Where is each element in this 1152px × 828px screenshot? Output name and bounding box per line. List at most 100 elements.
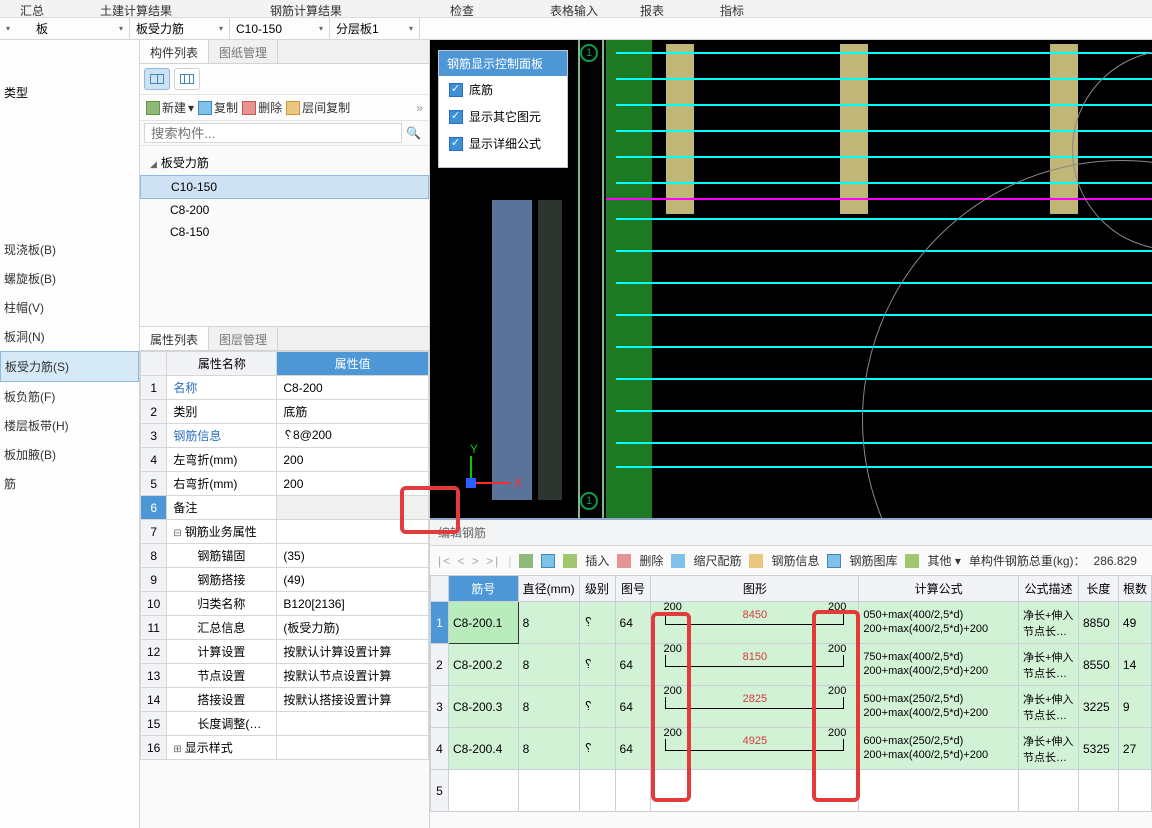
new-button[interactable]: 新建 ▾ (146, 99, 194, 116)
grid-row-1[interactable]: 1C8-200.18␦642008450200050+max(400/2,5*d… (431, 602, 1152, 644)
copy-icon (198, 101, 212, 115)
tree-child-2[interactable]: C8-150 (140, 221, 429, 243)
dd-rebar-type[interactable]: 板受力筋▾ (130, 18, 230, 39)
insert-icon (563, 554, 577, 568)
edit-rebar-title: 编辑钢筋 (430, 520, 1152, 546)
rebar-info-button[interactable]: 钢筋信息 (771, 552, 819, 569)
search-input[interactable] (144, 123, 402, 143)
copy-button[interactable]: 复制 (198, 99, 238, 116)
drawing-canvas[interactable]: Y X 1 1 钢筋显示控制面板 底筋 显示其它图元 显示详细公式 (430, 40, 1152, 518)
left-item-6[interactable]: 楼层板带(H) (0, 411, 139, 440)
opt-bottom-rebar[interactable]: 底筋 (439, 76, 567, 103)
edit-rebar-panel: 编辑钢筋 |< < > >| | 插入 删除 缩尺配筋 钢筋信息 钢筋图库 其他… (430, 518, 1152, 828)
edit-rebar-toolbar: |< < > >| | 插入 删除 缩尺配筋 钢筋信息 钢筋图库 其他 ▾ 单构… (430, 546, 1152, 575)
tab-drawing-manage[interactable]: 图纸管理 (209, 40, 278, 63)
checkbox-icon (449, 110, 463, 124)
prop-row-12[interactable]: 12计算设置按默认计算设置计算 (141, 640, 429, 664)
tab-report[interactable]: 报表 (620, 0, 700, 17)
left-item-2[interactable]: 柱帽(V) (0, 293, 139, 322)
tab-table[interactable]: 表格输入 (530, 0, 620, 17)
search-icon[interactable]: 🔍 (406, 126, 421, 140)
grid-marker-top: 1 (580, 44, 598, 62)
property-table[interactable]: 属性名称 属性值 1名称C8-2002类别底筋3钢筋信息␦8@2004左弯折(m… (140, 351, 429, 760)
grid-row-2[interactable]: 2C8-200.28␦642008150200750+max(400/2,5*d… (431, 644, 1152, 686)
canvas-wrap: Y X 1 1 钢筋显示控制面板 底筋 显示其它图元 显示详细公式 (430, 40, 1152, 518)
icon-b[interactable] (541, 554, 555, 568)
left-item-4[interactable]: 板受力筋(S) (0, 351, 139, 382)
prop-row-1[interactable]: 1名称C8-200 (141, 376, 429, 400)
grid-row-3[interactable]: 3C8-200.38␦642002825200500+max(250/2,5*d… (431, 686, 1152, 728)
prop-head-name: 属性名称 (167, 352, 277, 376)
tree-child-1[interactable]: C8-200 (140, 199, 429, 221)
prop-row-7[interactable]: 7钢筋业务属性 (141, 520, 429, 544)
left-item-1[interactable]: 螺旋板(B) (0, 264, 139, 293)
other-button[interactable]: 其他 ▾ (927, 552, 960, 569)
right-column: Y X 1 1 钢筋显示控制面板 底筋 显示其它图元 显示详细公式 编辑钢筋 (430, 40, 1152, 828)
left-item-8[interactable]: 筋 (0, 469, 139, 498)
prop-row-15[interactable]: 15长度调整(… (141, 712, 429, 736)
tab-civil[interactable]: 土建计算结果 (80, 0, 250, 17)
weight-label: 单构件钢筋总重(kg)： (969, 552, 1086, 569)
dd-triangle[interactable]: ▾ (0, 18, 30, 39)
tree-parent[interactable]: 板受力筋 (140, 150, 429, 175)
left-item-7[interactable]: 板加腋(B) (0, 440, 139, 469)
nav-buttons[interactable]: |< < > >| (438, 554, 500, 568)
other-icon (905, 554, 919, 568)
prop-row-14[interactable]: 14搭接设置按默认搭接设置计算 (141, 688, 429, 712)
lib-icon (827, 554, 841, 568)
floor-copy-button[interactable]: 层间复制 (286, 99, 350, 116)
prop-row-5[interactable]: 5右弯折(mm)200 (141, 472, 429, 496)
tab-property-list[interactable]: 属性列表 (140, 327, 209, 350)
axis-y-label: Y (470, 442, 478, 456)
left-item-3[interactable]: 板洞(N) (0, 322, 139, 351)
tab-summary[interactable]: 汇总 (0, 0, 80, 17)
prop-row-2[interactable]: 2类别底筋 (141, 400, 429, 424)
scale-icon (671, 554, 685, 568)
left-nav-header: 类型 (0, 80, 139, 105)
tab-check[interactable]: 检查 (430, 0, 530, 17)
delete-button[interactable]: 删除 (242, 99, 282, 116)
delete-icon (617, 554, 631, 568)
dd-slab[interactable]: 板▾ (30, 18, 130, 39)
tab-layer-manage[interactable]: 图层管理 (209, 327, 278, 350)
search-row: 🔍 (140, 121, 429, 146)
prop-row-10[interactable]: 10归类名称B120[2136] (141, 592, 429, 616)
rebar-grid[interactable]: 筋号 直径(mm) 级别 图号 图形 计算公式 公式描述 长度 根数 1C8-2… (430, 575, 1152, 812)
prop-row-4[interactable]: 4左弯折(mm)200 (141, 448, 429, 472)
left-item-0[interactable]: 现浇板(B) (0, 235, 139, 264)
view-grid-icon[interactable] (174, 68, 200, 90)
top-tabs: 汇总 土建计算结果 钢筋计算结果 检查 表格输入 报表 指标 (0, 0, 1152, 18)
checkbox-icon (449, 137, 463, 151)
prop-row-16[interactable]: 16显示样式 (141, 736, 429, 760)
component-toolbar: 新建 ▾ 复制 删除 层间复制 » (140, 95, 429, 121)
tab-index[interactable]: 指标 (700, 0, 770, 17)
rebar-display-panel[interactable]: 钢筋显示控制面板 底筋 显示其它图元 显示详细公式 (438, 50, 568, 168)
icon-a[interactable] (519, 554, 533, 568)
tab-rebar-result[interactable]: 钢筋计算结果 (250, 0, 430, 17)
prop-row-9[interactable]: 9钢筋搭接(49) (141, 568, 429, 592)
insert-button[interactable]: 插入 (585, 552, 609, 569)
grid-delete-button[interactable]: 删除 (639, 552, 663, 569)
dd-layer[interactable]: 分层板1▾ (330, 18, 420, 39)
prop-row-11[interactable]: 11汇总信息(板受力筋) (141, 616, 429, 640)
component-tabs: 构件列表 图纸管理 (140, 40, 429, 64)
prop-row-8[interactable]: 8钢筋锚固(35) (141, 544, 429, 568)
left-item-5[interactable]: 板负筋(F) (0, 382, 139, 411)
opt-show-formula[interactable]: 显示详细公式 (439, 130, 567, 157)
tree-child-0[interactable]: C10-150 (140, 175, 429, 199)
prop-row-6[interactable]: 6备注 (141, 496, 429, 520)
prop-row-3[interactable]: 3钢筋信息␦8@200 (141, 424, 429, 448)
opt-show-other[interactable]: 显示其它图元 (439, 103, 567, 130)
axis-x-label: X (514, 476, 522, 490)
rebar-lib-button[interactable]: 钢筋图库 (849, 552, 897, 569)
prop-row-13[interactable]: 13节点设置按默认节点设置计算 (141, 664, 429, 688)
grid-row-empty[interactable]: 5 (431, 770, 1152, 812)
grid-row-4[interactable]: 4C8-200.48␦642004925200600+max(250/2,5*d… (431, 728, 1152, 770)
tab-component-list[interactable]: 构件列表 (140, 40, 209, 63)
scale-button[interactable]: 缩尺配筋 (693, 552, 741, 569)
weight-value: 286.829 (1094, 554, 1137, 568)
dropdown-row: ▾ 板▾ 板受力筋▾ C10-150▾ 分层板1▾ (0, 18, 1152, 40)
view-list-icon[interactable] (144, 68, 170, 90)
dd-spec[interactable]: C10-150▾ (230, 18, 330, 39)
property-panel: 属性列表 图层管理 属性名称 属性值 1名称C8-2002类别底筋3钢筋信息␦8… (140, 326, 429, 828)
